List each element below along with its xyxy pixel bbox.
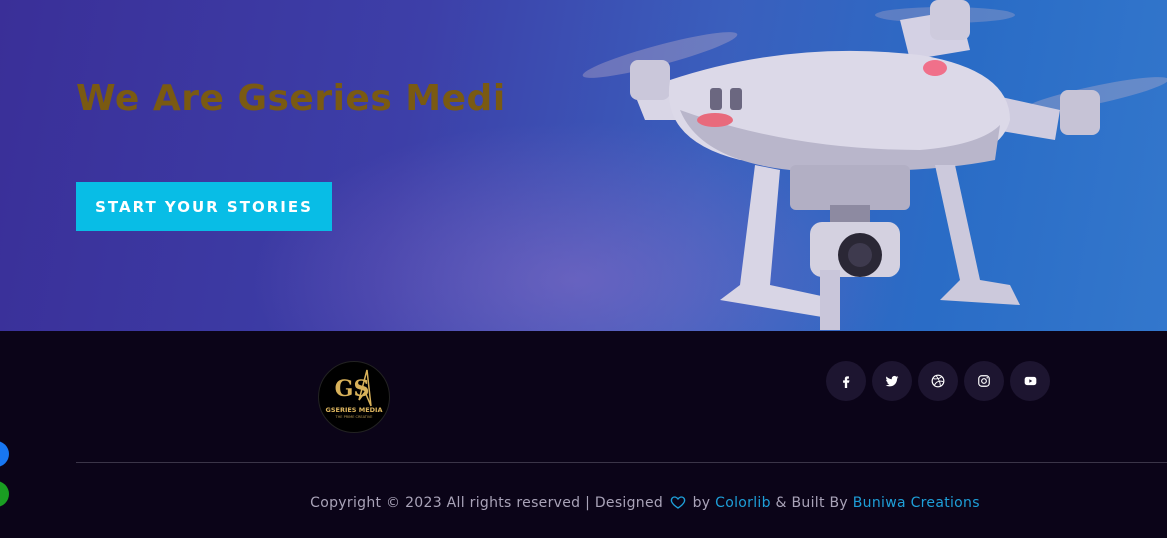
copyright-built-by: & Built By bbox=[775, 495, 848, 511]
copyright-by: by bbox=[692, 495, 711, 511]
instagram-icon bbox=[978, 375, 990, 387]
facebook-button[interactable] bbox=[826, 361, 866, 401]
heart-icon bbox=[670, 496, 686, 509]
youtube-icon bbox=[1024, 376, 1036, 386]
twitter-button[interactable] bbox=[872, 361, 912, 401]
gseries-media-logo[interactable]: GS GSERIES MEDIA THE PRIME CREATIVE bbox=[318, 361, 390, 433]
footer-divider bbox=[76, 462, 1167, 463]
youtube-button[interactable] bbox=[1010, 361, 1050, 401]
colorlib-link[interactable]: Colorlib bbox=[715, 495, 771, 511]
copyright-text: Copyright © 2023 All rights reserved | D… bbox=[0, 494, 1167, 511]
buniwa-creations-link[interactable]: Buniwa Creations bbox=[853, 495, 980, 511]
svg-text:GSERIES MEDIA: GSERIES MEDIA bbox=[325, 406, 382, 414]
dribbble-icon bbox=[931, 374, 945, 388]
facebook-icon bbox=[843, 376, 850, 388]
dribbble-button[interactable] bbox=[918, 361, 958, 401]
copyright-prefix: Copyright © 2023 All rights reserved | D… bbox=[310, 495, 664, 511]
hero-section: We Are Gseries Medi START YOUR STORIES bbox=[0, 0, 1167, 331]
start-your-stories-button[interactable]: START YOUR STORIES bbox=[76, 182, 332, 231]
hero-title: We Are Gseries Medi bbox=[76, 78, 506, 119]
svg-text:THE PRIME CREATIVE: THE PRIME CREATIVE bbox=[335, 415, 373, 419]
twitter-icon bbox=[885, 375, 899, 387]
drone-image bbox=[582, 0, 1167, 330]
logo-emblem-icon: GS GSERIES MEDIA THE PRIME CREATIVE bbox=[325, 369, 383, 419]
social-links bbox=[826, 361, 1050, 401]
instagram-button[interactable] bbox=[964, 361, 1004, 401]
